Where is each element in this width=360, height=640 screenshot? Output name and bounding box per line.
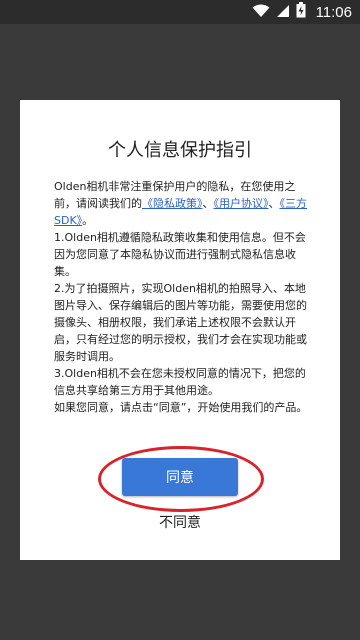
battery-charging-icon <box>296 2 306 22</box>
wifi-icon <box>252 3 270 22</box>
privacy-policy-link[interactable]: 《隐私政策》 <box>142 197 203 210</box>
separator: 、 <box>268 197 280 210</box>
privacy-dialog: 个人信息保护指引 Olden相机非常注重保护用户的隐私，在您使用之前，请阅读我们… <box>20 100 340 560</box>
intro-end: 。 <box>82 214 94 227</box>
status-time: 11:06 <box>315 3 352 21</box>
policy-item-2: 2.为了拍摄照片，实现Olden相机的拍照导入、本地图片导入、保存编辑后的图片等… <box>54 282 307 363</box>
agree-button[interactable]: 同意 <box>122 458 238 496</box>
policy-item-3: 3.Olden相机不会在您未授权同意的情况下，把您的信息共享给第三方用于其他用途… <box>54 367 306 397</box>
separator: 、 <box>202 197 214 210</box>
signal-icon <box>276 3 290 22</box>
dialog-body: Olden相机非常注重保护用户的隐私，在您使用之前，请阅读我们的《隐私政策》、《… <box>54 178 312 416</box>
user-agreement-link[interactable]: 《用户协议》 <box>214 197 269 210</box>
policy-item-1: 1.Olden相机遵循隐私政策收集和使用信息。但不会因为您同意了本隐私协议而进行… <box>54 231 306 278</box>
status-icons: 11:06 <box>252 0 352 24</box>
intro-paragraph: Olden相机非常注重保护用户的隐私，在您使用之前，请阅读我们的《隐私政策》、《… <box>54 178 312 229</box>
dialog-title: 个人信息保护指引 <box>108 140 252 161</box>
disagree-button[interactable]: 不同意 <box>20 512 340 532</box>
consent-prompt: 如果您同意，请点击“同意”，开始使用我们的产品。 <box>54 401 308 414</box>
status-bar: 11:06 <box>0 0 360 24</box>
